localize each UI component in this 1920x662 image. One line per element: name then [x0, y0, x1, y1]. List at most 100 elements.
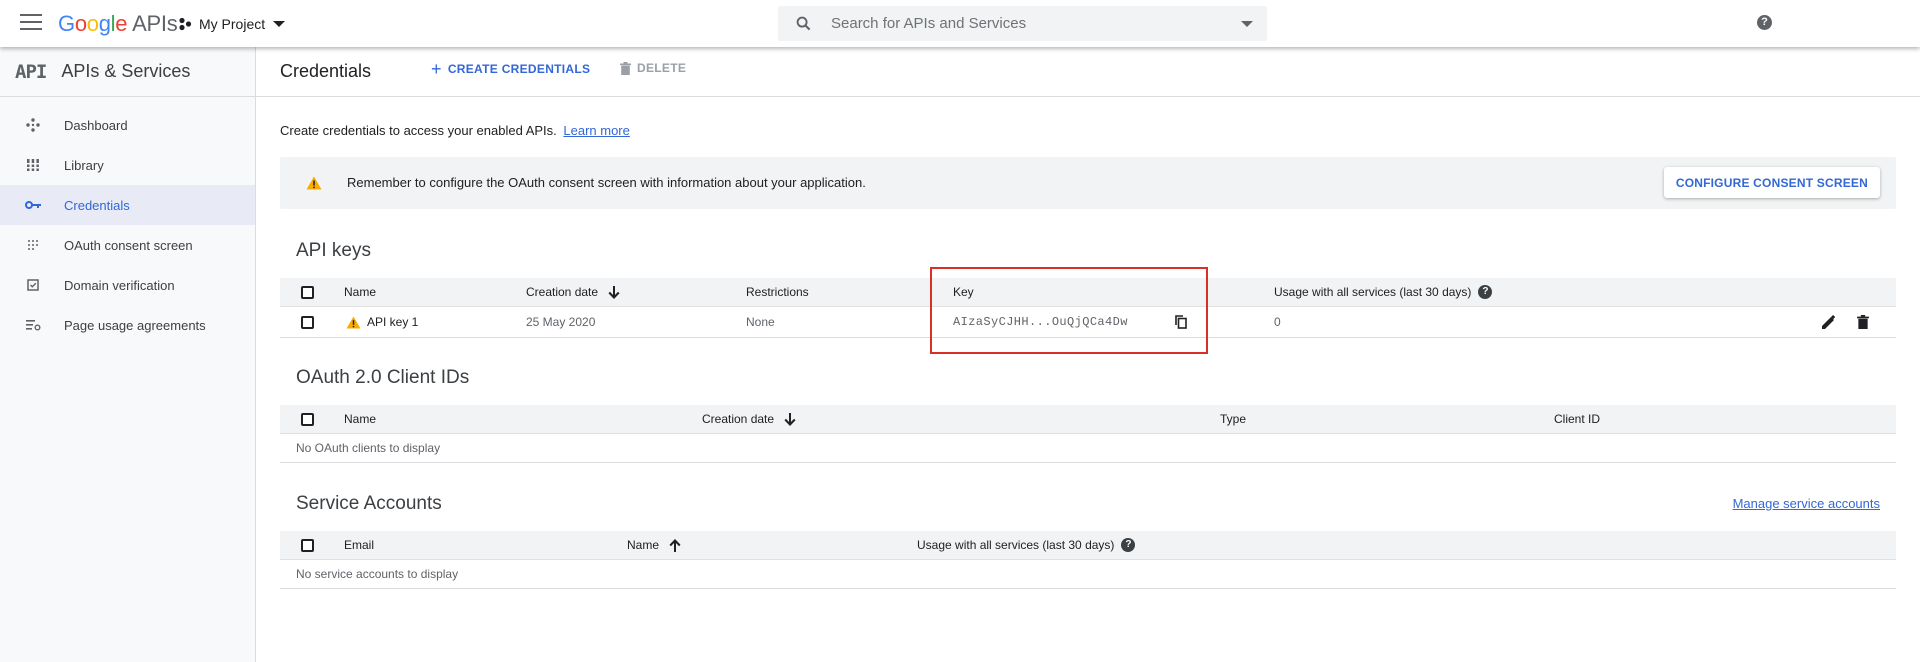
sidebar-item-label: Page usage agreements: [64, 317, 206, 333]
column-creation-date[interactable]: Creation date: [702, 405, 796, 433]
sidebar-item-label: Domain verification: [64, 277, 175, 293]
service-accounts-table: Email Name Usage with all services (last…: [280, 531, 1896, 589]
sidebar-item-library[interactable]: Library: [0, 145, 255, 185]
domain-icon: [25, 277, 41, 293]
intro-message: Create credentials to access your enable…: [280, 123, 557, 138]
column-key[interactable]: Key: [953, 278, 974, 306]
learn-more-link[interactable]: Learn more: [563, 123, 629, 138]
sidebar: API APIs & Services Dashboard Library Cr…: [0, 47, 256, 662]
sidebar-item-oauth-consent[interactable]: OAuth consent screen: [0, 225, 255, 265]
trash-icon[interactable]: [1857, 315, 1869, 329]
column-name[interactable]: Name: [344, 278, 376, 306]
sort-arrow-up-icon[interactable]: [669, 538, 681, 552]
search-dropdown-icon[interactable]: [1241, 21, 1253, 27]
column-client-id[interactable]: Client ID: [1554, 405, 1600, 433]
warning-icon: [306, 176, 322, 190]
oauth-clients-title: OAuth 2.0 Client IDs: [296, 367, 470, 388]
top-app-bar: GoogleAPIs My Project ?: [0, 0, 1920, 47]
project-icon: [179, 17, 192, 31]
sort-arrow-down-icon[interactable]: [608, 285, 620, 299]
help-icon[interactable]: ?: [1121, 538, 1136, 552]
table-header: Name Creation date Type Client ID: [280, 405, 1896, 434]
banner-message: Remember to configure the OAuth consent …: [347, 175, 866, 190]
sidebar-title: APIs & Services: [61, 61, 191, 81]
add-icon: +: [431, 59, 442, 79]
sort-arrow-down-icon[interactable]: [784, 412, 796, 426]
delete-button[interactable]: DELETE: [620, 61, 686, 75]
intro-text: Create credentials to access your enable…: [280, 123, 630, 138]
key-icon: [25, 197, 41, 213]
search-bar[interactable]: [778, 6, 1267, 41]
service-accounts-title: Service Accounts: [296, 493, 442, 514]
table-header: Email Name Usage with all services (last…: [280, 531, 1896, 560]
warning-icon: [346, 315, 361, 329]
sidebar-item-domain-verification[interactable]: Domain verification: [0, 265, 255, 305]
search-icon: [796, 16, 811, 31]
oauth-clients-table: Name Creation date Type Client ID No OAu…: [280, 405, 1896, 463]
sidebar-item-label: Credentials: [64, 197, 130, 213]
row-checkbox[interactable]: [301, 315, 314, 329]
select-all-checkbox[interactable]: [301, 538, 314, 552]
usage-value: 0: [1274, 315, 1281, 329]
column-label: Creation date: [526, 285, 599, 299]
empty-message: No service accounts to display: [296, 567, 459, 581]
sidebar-item-credentials[interactable]: Credentials: [0, 185, 255, 225]
empty-state: No service accounts to display: [280, 560, 1896, 589]
help-icon[interactable]: ?: [1757, 15, 1772, 30]
page-header: Credentials + CREATE CREDENTIALS DELETE: [256, 47, 1920, 97]
dashboard-icon: [25, 117, 41, 133]
empty-state: No OAuth clients to display: [280, 434, 1896, 463]
project-name: My Project: [199, 16, 266, 32]
column-label: Name: [627, 538, 660, 552]
empty-message: No OAuth clients to display: [296, 441, 441, 455]
trash-icon: [620, 61, 631, 75]
sidebar-item-label: Library: [64, 157, 104, 173]
api-keys-table: Name Creation date Restrictions Key Usag…: [280, 278, 1896, 338]
project-selector[interactable]: My Project: [178, 13, 286, 35]
column-restrictions[interactable]: Restrictions: [746, 278, 809, 306]
column-label: Usage with all services (last 30 days): [917, 538, 1115, 552]
table-row[interactable]: API key 1 25 May 2020 None AIzaSyCJHH...…: [280, 307, 1896, 338]
api-keys-title: API keys: [296, 240, 371, 261]
sidebar-item-dashboard[interactable]: Dashboard: [0, 105, 255, 145]
api-key-value: AIzaSyCJHH...OuQjQCa4Dw: [953, 315, 1128, 329]
column-creation-date[interactable]: Creation date: [526, 278, 620, 306]
copy-icon[interactable]: [1175, 315, 1187, 329]
settings-list-icon: [25, 317, 41, 333]
edit-icon[interactable]: [1821, 314, 1836, 330]
column-type[interactable]: Type: [1220, 405, 1246, 433]
page-title: Credentials: [280, 61, 372, 81]
consent-icon: [25, 237, 41, 253]
create-credentials-label: CREATE CREDENTIALS: [447, 62, 591, 76]
sidebar-header: API APIs & Services: [0, 47, 255, 97]
column-usage[interactable]: Usage with all services (last 30 days) ?: [1274, 278, 1493, 306]
sidebar-item-label: Dashboard: [64, 117, 128, 133]
help-icon[interactable]: ?: [1478, 285, 1493, 299]
menu-icon[interactable]: [20, 14, 42, 32]
column-label: Usage with all services (last 30 days): [1274, 285, 1472, 299]
table-header: Name Creation date Restrictions Key Usag…: [280, 278, 1896, 307]
configure-consent-screen-button[interactable]: CONFIGURE CONSENT SCREEN: [1663, 167, 1880, 198]
sidebar-item-label: OAuth consent screen: [64, 237, 193, 253]
consent-warning-banner: Remember to configure the OAuth consent …: [280, 157, 1896, 209]
library-icon: [25, 157, 41, 173]
column-label: Creation date: [702, 412, 775, 426]
create-credentials-button[interactable]: + CREATE CREDENTIALS: [431, 59, 591, 79]
manage-service-accounts-link[interactable]: Manage service accounts: [1733, 496, 1880, 511]
api-key-name-label: API key 1: [367, 315, 419, 329]
search-input[interactable]: [829, 14, 1213, 33]
delete-label: DELETE: [637, 61, 687, 75]
google-apis-logo[interactable]: Google APIs: [58, 11, 178, 37]
column-email[interactable]: Email: [344, 531, 374, 559]
column-name[interactable]: Name: [627, 531, 681, 559]
select-all-checkbox[interactable]: [301, 285, 314, 299]
column-name[interactable]: Name: [344, 405, 376, 433]
select-all-checkbox[interactable]: [301, 412, 314, 426]
creation-date-value: 25 May 2020: [526, 315, 596, 329]
sidebar-item-page-usage[interactable]: Page usage agreements: [0, 305, 255, 345]
chevron-down-icon: [273, 21, 286, 27]
column-usage[interactable]: Usage with all services (last 30 days) ?: [917, 531, 1136, 559]
api-key-name[interactable]: API key 1: [346, 307, 418, 337]
api-logo: API: [15, 60, 47, 83]
restrictions-value: None: [746, 315, 775, 329]
